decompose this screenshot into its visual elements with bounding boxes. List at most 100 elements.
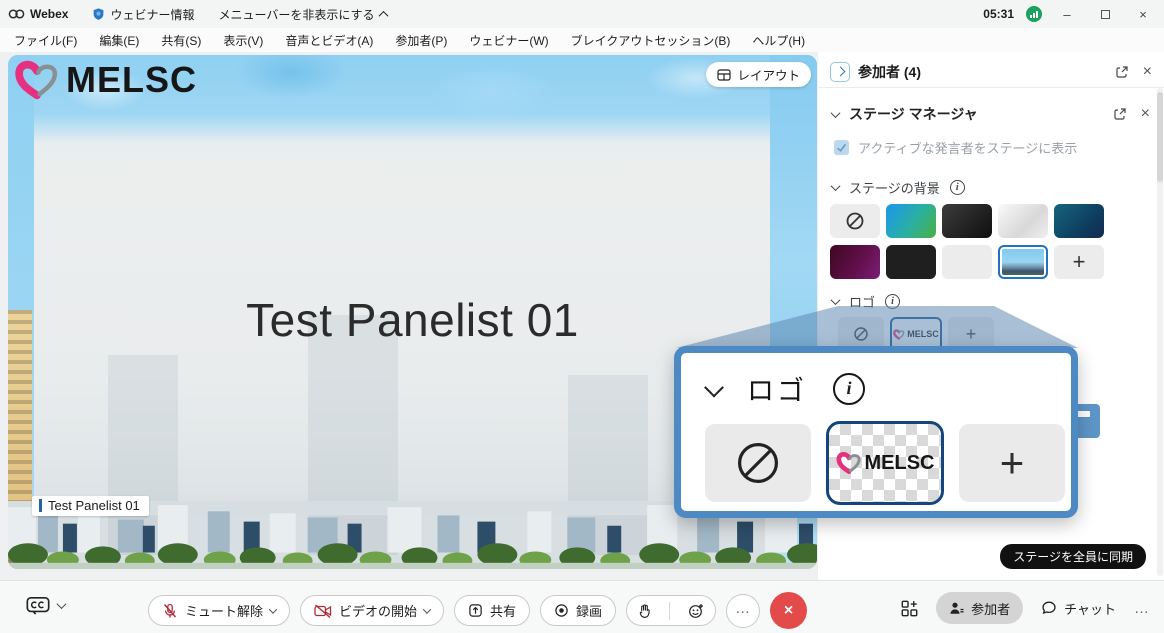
more-icon: … [735, 600, 751, 617]
stage-speaker-name: Test Panelist 01 [8, 293, 817, 347]
chevron-down-icon[interactable] [831, 295, 841, 305]
menu-bar: ファイル(F) 編集(E) 共有(S) 表示(V) 音声とビデオ(A) 参加者(… [0, 28, 1164, 52]
chevron-down-icon[interactable] [831, 108, 841, 118]
logo-section-magnified-callout: ロゴ i MELSC + [674, 346, 1078, 518]
unmute-button[interactable]: ミュート解除 [148, 595, 290, 626]
info-icon[interactable]: i [950, 180, 965, 195]
start-video-label: ビデオの開始 [339, 601, 417, 620]
apps-icon[interactable] [901, 600, 918, 617]
background-city-thumb-selected[interactable] [998, 245, 1048, 279]
callout-logo-none-button[interactable] [705, 424, 811, 502]
menu-view[interactable]: 表示(V) [223, 32, 263, 49]
shield-icon [92, 7, 105, 21]
layout-button[interactable]: レイアウト [706, 62, 811, 87]
divider [669, 602, 670, 620]
meeting-timer: 05:31 [983, 7, 1014, 21]
chevron-down-icon [57, 599, 67, 609]
background-white-thumb[interactable] [998, 204, 1048, 238]
popout-icon[interactable] [1113, 107, 1127, 121]
callout-logo-title: ロゴ [747, 369, 807, 408]
record-button[interactable]: 録画 [540, 595, 616, 626]
plus-icon: + [1000, 439, 1025, 487]
active-speaker-label: アクティブな発言者をステージに表示 [858, 138, 1077, 157]
callout-header: ロゴ i [707, 369, 1071, 408]
smiley-plus-icon [688, 603, 704, 619]
connection-status-icon [1026, 6, 1042, 22]
participant-name-tag: Test Panelist 01 [32, 496, 149, 516]
more-panels-button[interactable]: … [1134, 600, 1150, 617]
closed-captions-icon [26, 596, 50, 615]
close-stage-manager-icon[interactable]: × [1141, 106, 1150, 122]
menu-breakout[interactable]: ブレイクアウトセッション(B) [571, 32, 731, 49]
menu-file[interactable]: ファイル(F) [14, 32, 77, 49]
background-teal-thumb[interactable] [1054, 204, 1104, 238]
check-icon [836, 142, 847, 153]
background-bluegreen-thumb[interactable] [886, 204, 936, 238]
callout-buttons: MELSC + [705, 421, 1071, 505]
chevron-right-icon [835, 67, 845, 77]
plus-icon: + [966, 324, 977, 345]
participants-toggle-button[interactable]: 参加者 [936, 592, 1023, 624]
webex-app-badge: Webex [8, 7, 68, 21]
window-titlebar: Webex ウェビナー情報 メニューバーを非表示にする 05:31 – × [0, 0, 1164, 28]
stage-manager-header: ステージ マネージャ × [818, 104, 1164, 124]
background-purple-thumb[interactable] [830, 245, 880, 279]
menu-share[interactable]: 共有(S) [161, 32, 201, 49]
minimize-button[interactable]: – [1054, 7, 1080, 22]
participants-panel-header: 参加者 (4) × [818, 56, 1164, 88]
melsc-logo-icon [14, 59, 60, 101]
share-button[interactable]: 共有 [454, 595, 530, 626]
leave-meeting-button[interactable]: × [770, 592, 807, 629]
reactions-button[interactable] [677, 596, 715, 625]
unmute-label: ミュート解除 [185, 601, 263, 620]
add-background-button[interactable]: + [1054, 245, 1104, 279]
stage-background-header: ステージの背景 i [818, 178, 1164, 197]
info-icon: i [833, 373, 865, 405]
app-name: Webex [30, 7, 68, 21]
info-icon[interactable]: i [885, 294, 900, 309]
hide-menubar-button[interactable]: メニューバーを非表示にする [218, 6, 386, 23]
name-tag-text: Test Panelist 01 [48, 498, 140, 513]
sync-stage-button[interactable]: ステージを全員に同期 [1000, 544, 1146, 569]
panel-scrollbar-thumb[interactable] [1157, 92, 1163, 182]
participants-label: 参加者 [971, 599, 1010, 618]
hide-menubar-label: メニューバーを非表示にする [218, 6, 374, 23]
plus-icon: + [1073, 249, 1086, 275]
webinar-info-button[interactable]: ウェビナー情報 [92, 6, 194, 23]
none-icon [735, 440, 781, 486]
menu-audio-video[interactable]: 音声とビデオ(A) [285, 32, 373, 49]
menu-webinar[interactable]: ウェビナー(W) [469, 32, 548, 49]
expand-panel-button[interactable] [830, 62, 850, 82]
logo-thumb-text: MELSC [907, 329, 939, 339]
background-none-thumb[interactable] [830, 204, 880, 238]
start-video-button[interactable]: ビデオの開始 [300, 595, 444, 626]
raise-hand-button[interactable] [627, 596, 662, 625]
restore-button[interactable] [1092, 7, 1118, 22]
chat-button[interactable]: チャット [1041, 599, 1116, 618]
chevron-down-icon[interactable] [423, 605, 431, 613]
background-black-thumb[interactable] [886, 245, 936, 279]
more-options-button[interactable]: … [726, 594, 760, 628]
background-dark-thumb[interactable] [942, 204, 992, 238]
menu-participants[interactable]: 参加者(P) [395, 32, 447, 49]
menu-edit[interactable]: 編集(E) [99, 32, 139, 49]
captions-control[interactable] [26, 596, 65, 615]
stage-background-title: ステージの背景 [849, 178, 940, 197]
none-icon [845, 211, 865, 231]
record-icon [554, 603, 569, 618]
chevron-down-icon[interactable] [269, 605, 277, 613]
close-window-button[interactable]: × [1130, 7, 1156, 22]
background-gray-thumb[interactable] [942, 245, 992, 279]
share-screen-icon [468, 603, 483, 618]
chevron-down-icon[interactable] [831, 181, 841, 191]
callout-add-logo-button[interactable]: + [959, 424, 1065, 502]
popout-icon[interactable] [1115, 65, 1129, 79]
chevron-up-icon [378, 10, 388, 20]
callout-logo-melsc-button-selected[interactable]: MELSC [826, 421, 944, 505]
active-speaker-checkbox[interactable] [834, 140, 849, 155]
melsc-watermark-text: MELSC [66, 59, 197, 101]
close-panel-icon[interactable]: × [1143, 64, 1152, 80]
stage-background-thumbnails: + [830, 204, 1152, 279]
menu-help[interactable]: ヘルプ(H) [752, 32, 805, 49]
logo-section-title: ロゴ [849, 292, 875, 311]
